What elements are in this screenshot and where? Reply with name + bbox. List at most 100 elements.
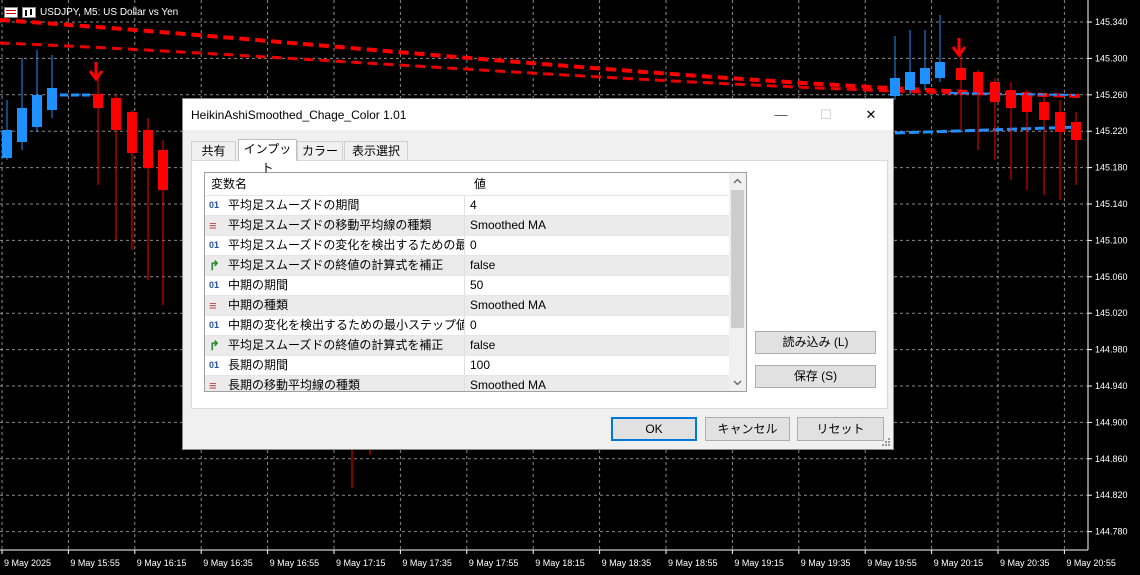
time-axis-label: 9 May 17:35 — [402, 558, 452, 568]
time-axis-label: 9 May 19:55 — [867, 558, 917, 568]
candle-body — [47, 88, 57, 110]
time-axis-label: 9 May 16:55 — [270, 558, 320, 568]
table-scrollbar[interactable] — [729, 173, 746, 391]
time-axis-label: 9 May 15:55 — [70, 558, 120, 568]
param-name: 平均足スムーズドの終値の計算式を補正 — [228, 338, 444, 352]
param-name: 平均足スムーズドの期間 — [228, 198, 360, 212]
int-icon: 01 — [209, 280, 220, 290]
tab-inputs[interactable]: インプット — [238, 139, 297, 175]
param-value-cell[interactable]: 100 — [464, 356, 728, 375]
candle-body — [93, 94, 103, 108]
param-name-cell: ↱ 平均足スムーズドの終値の計算式を補正 — [209, 256, 464, 275]
time-axis-label: 9 May 20:35 — [1000, 558, 1050, 568]
scroll-down-icon[interactable] — [729, 374, 746, 391]
save-button[interactable]: 保存 (S) — [755, 365, 876, 388]
candle-body — [17, 108, 27, 142]
minimize-button[interactable]: — — [759, 99, 803, 130]
tab-visualization[interactable]: 表示選択 — [344, 141, 408, 160]
time-axis-label: 9 May 19:15 — [734, 558, 784, 568]
int-icon: 01 — [209, 200, 220, 210]
maximize-button[interactable]: ☐ — [804, 99, 848, 130]
param-value-cell[interactable]: Smoothed MA — [464, 296, 728, 315]
param-value-cell[interactable]: 0 — [464, 236, 728, 255]
time-axis-label: 9 May 17:15 — [336, 558, 386, 568]
enum-icon: ≡ — [209, 298, 217, 313]
reset-button[interactable]: リセット — [797, 417, 884, 441]
price-axis-label: 145.020 — [1095, 308, 1128, 318]
param-name: 長期の期間 — [228, 358, 289, 372]
ok-button[interactable]: OK — [611, 417, 697, 441]
table-row[interactable]: ↱ 平均足スムーズドの終値の計算式を補正 false — [205, 255, 729, 275]
time-axis-label: 9 May 18:55 — [668, 558, 718, 568]
table-row[interactable]: ↱ 平均足スムーズドの終値の計算式を補正 false — [205, 335, 729, 355]
param-name: 中期の種類 — [228, 298, 289, 312]
param-value-cell[interactable]: false — [464, 336, 728, 355]
price-axis-label: 145.060 — [1095, 272, 1128, 282]
table-row[interactable]: 01 平均足スムーズドの変化を検出するための最小ス...0 — [205, 235, 729, 255]
candle-body — [158, 150, 168, 190]
inputs-table: 変数名 値 01 平均足スムーズドの期間 4 ≡ 平均足スムーズドの移動平均線の種類 Sm… — [204, 172, 747, 392]
param-value-cell[interactable]: false — [464, 256, 728, 275]
int-icon: 01 — [209, 320, 220, 330]
price-axis-label: 145.340 — [1095, 17, 1128, 27]
tab-colors[interactable]: カラー — [297, 141, 343, 160]
table-row[interactable]: ≡ 中期の種類 Smoothed MA — [205, 295, 729, 315]
candle-body — [956, 68, 966, 80]
sell-arrow-icon — [951, 38, 967, 58]
candle-body — [127, 112, 137, 153]
param-value-cell[interactable]: Smoothed MA — [464, 216, 728, 235]
dialog-titlebar[interactable]: HeikinAshiSmoothed_Chage_Color 1.01 — ☐ … — [183, 99, 893, 130]
int-icon: 01 — [209, 360, 220, 370]
table-row[interactable]: 01 中期の期間 50 — [205, 275, 729, 295]
load-button[interactable]: 読み込み (L) — [755, 331, 876, 354]
candle-body — [890, 78, 900, 96]
symbol-label: USDJPY, M5: US Dollar vs Yen — [40, 6, 179, 18]
table-row[interactable]: ≡ 長期の移動平均線の種類 Smoothed MA — [205, 375, 729, 392]
param-value-cell[interactable]: 50 — [464, 276, 728, 295]
cancel-button[interactable]: キャンセル — [705, 417, 790, 441]
table-row[interactable]: 01 平均足スムーズドの期間 4 — [205, 195, 729, 215]
candle-body — [1071, 122, 1081, 140]
dialog-title: HeikinAshiSmoothed_Chage_Color 1.01 — [191, 108, 407, 122]
param-value-cell[interactable]: 0 — [464, 316, 728, 335]
price-axis-label: 144.860 — [1095, 454, 1128, 464]
column-header-value[interactable]: 値 — [468, 173, 728, 195]
candle-body — [990, 82, 1000, 102]
param-name-cell: 01 平均足スムーズドの期間 — [209, 196, 464, 215]
param-name-cell: 01 中期の期間 — [209, 276, 464, 295]
resize-grip-icon[interactable] — [881, 437, 891, 447]
scroll-thumb[interactable] — [731, 190, 744, 328]
bool-icon: ↱ — [209, 258, 220, 273]
chart-window-icon — [4, 6, 18, 18]
table-row[interactable]: ≡ 平均足スムーズドの移動平均線の種類 Smoothed MA — [205, 215, 729, 235]
candle-body — [1006, 90, 1016, 108]
close-button[interactable]: ✕ — [849, 99, 893, 130]
enum-icon: ≡ — [209, 378, 217, 392]
table-row[interactable]: 01 中期の変化を検出するための最小ステップ値 0 — [205, 315, 729, 335]
candle-body — [1022, 96, 1032, 112]
table-header: 変数名 値 — [205, 173, 729, 195]
tab-common[interactable]: 共有 — [191, 141, 236, 160]
sell-arrow-icon — [88, 62, 104, 82]
param-value-cell[interactable]: Smoothed MA — [464, 376, 728, 391]
price-axis-label: 145.180 — [1095, 163, 1128, 173]
candle-body — [920, 68, 930, 84]
chart-type-icon — [22, 6, 36, 18]
candle-body — [32, 95, 42, 127]
param-name: 平均足スムーズドの終値の計算式を補正 — [228, 258, 444, 272]
column-header-name[interactable]: 変数名 — [205, 173, 465, 195]
scroll-up-icon[interactable] — [729, 173, 746, 190]
price-axis-label: 145.100 — [1095, 235, 1128, 245]
param-name-cell: 01 中期の変化を検出するための最小ステップ値 — [209, 316, 464, 335]
time-axis-label: 9 May 18:15 — [535, 558, 585, 568]
param-name: 中期の変化を検出するための最小ステップ値 — [228, 318, 464, 332]
table-row[interactable]: 01 長期の期間 100 — [205, 355, 729, 375]
param-value-cell[interactable]: 4 — [464, 196, 728, 215]
candle-body — [905, 72, 915, 90]
time-axis-label: 9 May 16:15 — [137, 558, 187, 568]
param-name-cell: ≡ 中期の種類 — [209, 296, 464, 315]
inputs-panel: 変数名 値 01 平均足スムーズドの期間 4 ≡ 平均足スムーズドの移動平均線の種類 Sm… — [191, 160, 888, 409]
candle-body — [973, 72, 983, 92]
price-axis-label: 144.980 — [1095, 345, 1128, 355]
param-name: 長期の移動平均線の種類 — [228, 378, 361, 392]
